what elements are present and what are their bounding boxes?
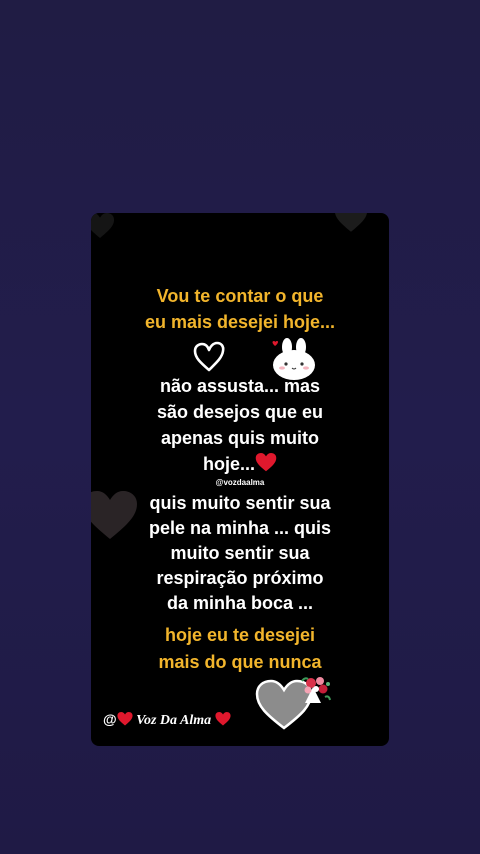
message-line: quis muito sentir sua [149,493,331,513]
faded-heart-icon [91,213,115,238]
message-line: muito sentir sua [170,543,310,563]
message-line: são desejos que eu [156,402,324,422]
message-line: não assusta... mas [159,376,321,396]
white-outline-heart-icon [193,341,225,372]
flower-bouquet-icon [301,677,331,703]
signature-at: @ [103,711,117,727]
signature-name: Voz Da Alma [136,713,212,728]
intro-line: Vou te contar o que [156,286,324,306]
closing-line: hoje eu te desejei [164,625,316,645]
faded-heart-icon [335,213,367,232]
red-heart-icon [255,453,277,472]
message-text: hoje... [202,454,255,474]
red-heart-icon [215,712,231,726]
signature: @ Voz Da Alma [103,711,231,729]
message-line: pele na minha ... quis [148,518,332,538]
message-line: apenas quis muito [160,428,320,448]
post-card: Vou te contar o que eu mais desejei hoje… [91,213,389,746]
watermark-handle: @vozdaalma [215,478,265,487]
closing-line: mais do que nunca [158,652,322,672]
red-heart-icon [117,712,133,726]
message-line: respiração próximo [156,568,324,588]
intro-line: eu mais desejei hoje... [144,312,336,332]
message-line: hoje... [91,451,389,477]
message-line: da minha boca ... [166,593,314,613]
